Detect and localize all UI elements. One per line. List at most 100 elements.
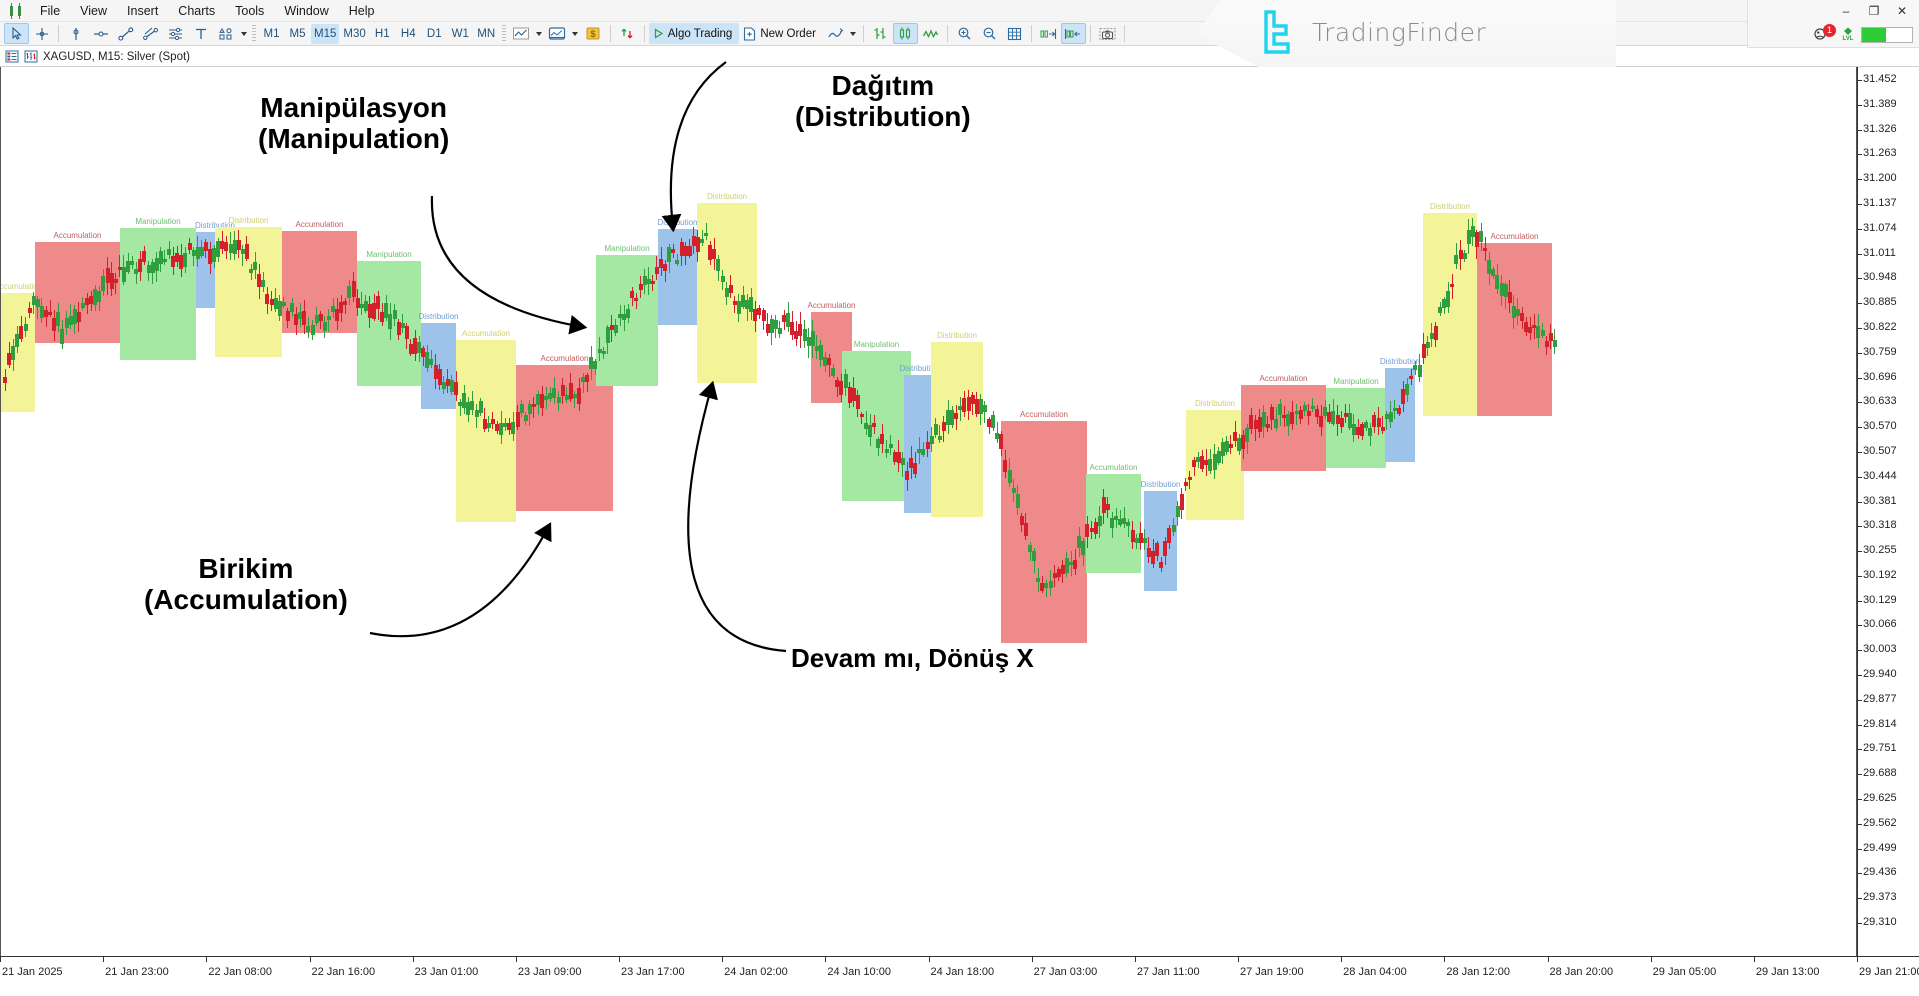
price-tick-label: 29.751 [1863, 742, 1897, 755]
chart-zone-label: Accumulation [540, 354, 589, 363]
menu-item-help[interactable]: Help [339, 2, 385, 20]
chart-icon[interactable] [24, 50, 38, 63]
price-tick: 30.066 [1858, 618, 1897, 630]
menu-item-insert[interactable]: Insert [117, 2, 168, 20]
candle [3, 368, 7, 392]
autoscroll-dropdown-caret-icon[interactable] [848, 24, 859, 44]
restore-button[interactable]: ❐ [1861, 2, 1887, 20]
menu-item-tools[interactable]: Tools [225, 2, 274, 20]
line-chart-mode-icon[interactable] [918, 23, 943, 44]
screenshot-icon[interactable] [1095, 23, 1120, 44]
price-tick: 30.444 [1858, 470, 1897, 482]
candle [728, 274, 733, 299]
time-tick-label: 28 Jan 04:00 [1343, 966, 1407, 978]
candle [1450, 273, 1455, 299]
trendline-icon[interactable] [113, 23, 138, 44]
price-tick: 31.452 [1858, 73, 1897, 85]
price-tick: 30.885 [1858, 296, 1897, 308]
shapes-dropdown-caret-icon[interactable] [238, 24, 249, 44]
price-chart[interactable]: Accumulation Accumulation Manipulation Dist… [0, 67, 1857, 956]
timeframe-m15[interactable]: M15 [311, 23, 340, 44]
timeframe-h1[interactable]: H1 [370, 24, 395, 44]
indicators-dropdown-caret-icon[interactable] [570, 24, 581, 44]
indicators-icon[interactable] [545, 23, 570, 44]
chart-type-dropdown-caret-icon[interactable] [534, 24, 545, 44]
callout-line: Manipülasyon [260, 92, 447, 123]
price-tick-label: 29.562 [1863, 816, 1897, 829]
connection-status-icon[interactable] [1861, 26, 1913, 43]
templates-icon[interactable]: $ [581, 23, 606, 44]
line-chart-icon[interactable] [509, 23, 534, 44]
shift-chart-left-icon[interactable] [1060, 23, 1086, 44]
price-tick-label: 30.003 [1863, 643, 1897, 656]
price-tick-label: 29.814 [1863, 717, 1897, 730]
time-tick-label: 23 Jan 17:00 [621, 966, 685, 978]
chart-zone-label: Distribution [706, 192, 748, 201]
autoscroll-icon[interactable] [823, 23, 848, 44]
time-axis[interactable]: 21 Jan 2025 21 Jan 23:00 22 Jan 08:00 22 Ja… [0, 956, 1919, 996]
timeframe-m30[interactable]: M30 [340, 24, 368, 44]
chart-zone[interactable]: Accumulation [1001, 410, 1087, 643]
price-tick: 29.814 [1858, 718, 1897, 730]
timeframe-d1[interactable]: D1 [422, 24, 447, 44]
timeframe-m5[interactable]: M5 [285, 24, 310, 44]
timeframe-w1[interactable]: W1 [448, 24, 473, 44]
window-controls: – ❐ ✕ 1 LVL [1747, 0, 1919, 48]
one-click-trading-icon[interactable] [615, 23, 640, 44]
callout-line: (Accumulation) [144, 584, 348, 616]
time-tick-label: 27 Jan 03:00 [1033, 966, 1098, 978]
minimize-button[interactable]: – [1833, 2, 1859, 20]
vertical-line-icon[interactable] [63, 23, 88, 44]
timeframe-m1[interactable]: M1 [259, 24, 284, 44]
shapes-icon[interactable] [213, 23, 238, 44]
fibonacci-icon[interactable] [163, 23, 188, 44]
price-axis[interactable]: 31.452 31.389 31.326 31.263 31.200 31.137 31.0… [1857, 67, 1919, 956]
price-tick-label: 30.381 [1863, 494, 1897, 507]
time-tick-label: 28 Jan 12:00 [1446, 966, 1510, 978]
chart-zone[interactable]: Manipulation [842, 340, 911, 501]
price-tick: 30.192 [1858, 569, 1897, 581]
price-tick-label: 30.759 [1863, 345, 1897, 358]
channel-icon[interactable] [138, 23, 163, 44]
grid-icon[interactable] [1002, 23, 1027, 44]
data-window-icon[interactable] [5, 50, 19, 63]
candle [23, 317, 28, 338]
candlestick-chart-icon[interactable] [892, 23, 918, 44]
price-tick: 30.948 [1858, 271, 1897, 283]
crosshair-icon[interactable] [29, 23, 54, 44]
time-tick-label: 27 Jan 11:00 [1136, 966, 1200, 978]
candle [1433, 321, 1438, 347]
menu-bar: File View Insert Charts Tools Window Help [0, 0, 1919, 22]
zoom-out-icon[interactable] [977, 23, 1002, 44]
menu-item-window[interactable]: Window [274, 2, 338, 20]
candle [1023, 512, 1028, 540]
candle [281, 296, 286, 309]
bar-chart-icon[interactable] [868, 23, 893, 44]
algo-trading-label: Algo Trading [667, 27, 733, 40]
candle [244, 236, 249, 261]
callout-line: Birikim [198, 553, 294, 584]
price-tick-label: 30.948 [1863, 271, 1897, 284]
close-button[interactable]: ✕ [1889, 2, 1915, 20]
algo-trading-button[interactable]: Algo Trading [648, 23, 740, 44]
price-tick: 30.507 [1858, 445, 1897, 457]
menu-item-file[interactable]: File [30, 2, 70, 20]
lvl-icon[interactable]: LVL [1842, 27, 1854, 42]
new-order-icon [743, 26, 756, 41]
menu-item-view[interactable]: View [70, 2, 117, 20]
new-order-button[interactable]: New Order [739, 23, 823, 44]
cursor-arrow-icon[interactable] [4, 23, 29, 44]
menu-item-charts[interactable]: Charts [168, 2, 225, 20]
timeframe-h4[interactable]: H4 [396, 24, 421, 44]
horizontal-line-icon[interactable] [88, 23, 113, 44]
notifications-icon[interactable]: 1 [1813, 23, 1836, 44]
price-tick: 30.759 [1858, 346, 1897, 358]
shift-chart-right-icon[interactable] [1036, 23, 1061, 44]
candle [1015, 484, 1020, 515]
zoom-in-icon[interactable] [952, 23, 977, 44]
timeframe-mn[interactable]: MN [474, 24, 499, 44]
text-tool-icon[interactable] [188, 23, 213, 44]
price-tick-label: 31.452 [1863, 73, 1897, 85]
chart-zone-label: Distribution [418, 312, 459, 321]
price-tick-label: 29.436 [1863, 866, 1897, 879]
